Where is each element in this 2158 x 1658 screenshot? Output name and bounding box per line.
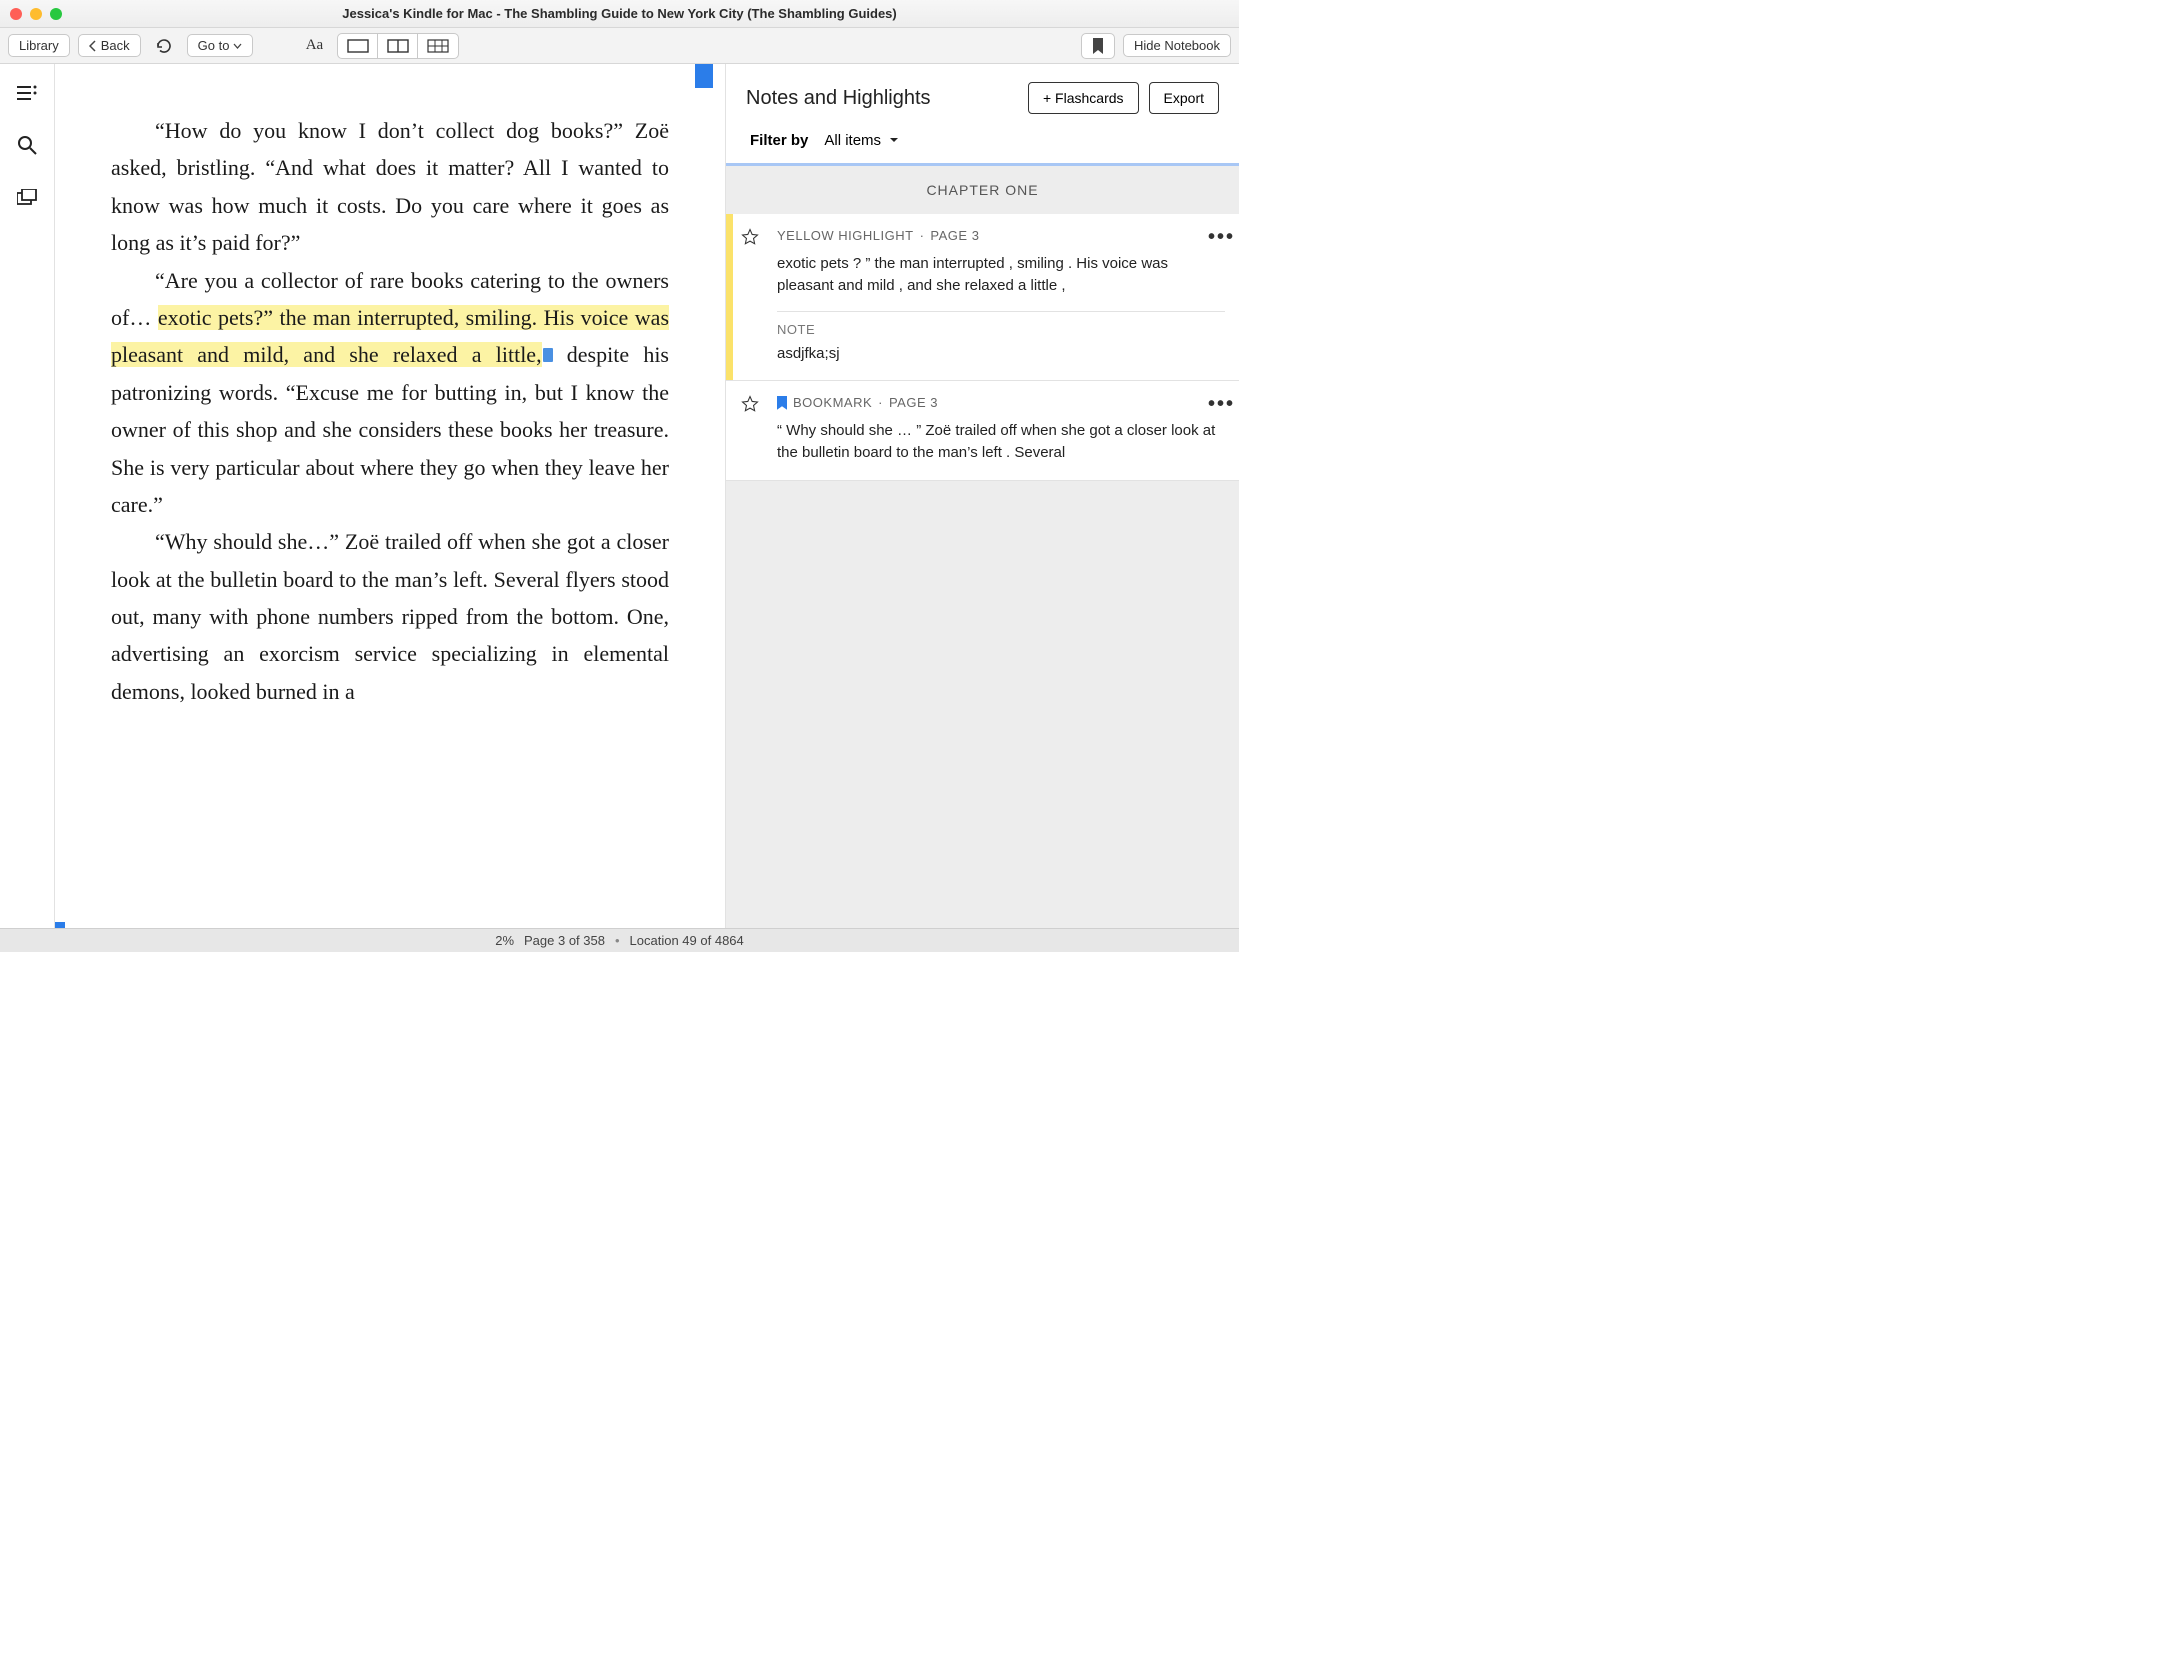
bookmark-small-icon <box>777 396 787 410</box>
single-page-view-button[interactable] <box>338 34 378 58</box>
paragraph: “Why should she…” Zoë trailed off when s… <box>111 523 669 710</box>
main-content: “How do you know I don’t collect dog boo… <box>0 64 1239 928</box>
list-icon <box>17 85 37 101</box>
two-column-view-button[interactable] <box>378 34 418 58</box>
page-label: PAGE 3 <box>930 228 979 243</box>
chevron-down-icon <box>233 43 242 49</box>
notebook-body[interactable]: CHAPTER ONE ••• YELLOW HIGHLIGHT · PAGE … <box>726 166 1239 928</box>
goto-label: Go to <box>198 38 230 53</box>
flashcards-button[interactable]: + Flashcards <box>1028 82 1139 114</box>
cards-icon <box>17 189 37 205</box>
caret-down-icon <box>889 137 899 144</box>
highlight-type-label: YELLOW HIGHLIGHT <box>777 228 914 243</box>
star-button[interactable] <box>733 381 767 480</box>
view-mode-group <box>337 33 459 59</box>
status-separator: • <box>615 933 620 948</box>
left-rail <box>0 64 55 928</box>
reader-pane[interactable]: “How do you know I don’t collect dog boo… <box>55 64 725 928</box>
two-column-icon <box>387 39 409 53</box>
notebook-title: Notes and Highlights <box>746 87 1018 110</box>
titlebar: Jessica's Kindle for Mac - The Shambling… <box>0 0 1239 28</box>
chapter-header: CHAPTER ONE <box>726 166 1239 214</box>
minimize-window-button[interactable] <box>30 8 42 20</box>
aa-label: Aa <box>306 37 324 54</box>
notebook-filter: Filter by All items <box>726 124 1239 163</box>
hide-notebook-button[interactable]: Hide Notebook <box>1123 34 1231 57</box>
note-text: asdjfka;sj <box>777 343 1225 365</box>
bookmark-button[interactable] <box>1081 33 1115 59</box>
library-button[interactable]: Library <box>8 34 70 57</box>
window-controls <box>10 8 62 20</box>
more-options-button[interactable]: ••• <box>1208 393 1235 416</box>
star-outline-icon <box>741 228 759 246</box>
bookmark-card[interactable]: ••• BOOKMARK · PAGE 3 “ Why should she …… <box>726 381 1239 481</box>
notebook-pane: Notes and Highlights + Flashcards Export… <box>725 64 1239 928</box>
highlight-card[interactable]: ••• YELLOW HIGHLIGHT · PAGE 3 exotic pet… <box>726 214 1239 381</box>
filter-label: Filter by <box>750 132 808 149</box>
bookmark-type-label: BOOKMARK <box>793 395 872 410</box>
more-options-button[interactable]: ••• <box>1208 226 1235 249</box>
status-bar: 2% Page 3 of 358 • Location 49 of 4864 <box>0 928 1239 952</box>
highlight-stripe <box>726 214 733 380</box>
filter-value: All items <box>824 132 881 149</box>
note-meta: BOOKMARK · PAGE 3 <box>777 395 1225 410</box>
export-button[interactable]: Export <box>1149 82 1219 114</box>
window-title: Jessica's Kindle for Mac - The Shambling… <box>0 6 1239 21</box>
status-percent: 2% <box>495 933 514 948</box>
font-settings-button[interactable]: Aa <box>299 34 329 58</box>
note-label: NOTE <box>777 322 1225 337</box>
multi-column-view-button[interactable] <box>418 34 458 58</box>
bookmark-text: “ Why should she … ” Zoë trailed off whe… <box>777 420 1225 464</box>
zoom-window-button[interactable] <box>50 8 62 20</box>
progress-marker <box>55 922 65 928</box>
search-icon <box>17 135 37 155</box>
note-indicator-icon[interactable] <box>543 348 553 362</box>
filter-select[interactable]: All items <box>824 132 899 149</box>
text-run: despite his patronizing words. “Excuse m… <box>111 342 669 517</box>
single-page-icon <box>347 39 369 53</box>
sync-button[interactable] <box>149 34 179 58</box>
refresh-icon <box>155 37 173 55</box>
paragraph: “How do you know I don’t collect dog boo… <box>111 112 669 262</box>
status-page: Page 3 of 358 <box>524 933 605 948</box>
reader-content: “How do you know I don’t collect dog boo… <box>55 64 725 750</box>
bookmark-stripe <box>726 381 733 480</box>
goto-button[interactable]: Go to <box>187 34 254 57</box>
paragraph: “Are you a collector of rare books cater… <box>111 262 669 524</box>
back-button[interactable]: Back <box>78 34 141 57</box>
notebook-header: Notes and Highlights + Flashcards Export <box>726 64 1239 124</box>
note-meta: YELLOW HIGHLIGHT · PAGE 3 <box>777 228 1225 243</box>
flashcards-rail-button[interactable] <box>16 186 38 208</box>
search-button[interactable] <box>16 134 38 156</box>
back-label: Back <box>101 38 130 53</box>
close-window-button[interactable] <box>10 8 22 20</box>
toolbar: Library Back Go to Aa Hide Notebook <box>0 28 1239 64</box>
star-outline-icon <box>741 395 759 413</box>
bookmark-ribbon[interactable] <box>695 64 713 88</box>
grid-icon <box>427 39 449 53</box>
bookmark-icon <box>1092 38 1104 54</box>
status-location: Location 49 of 4864 <box>630 933 744 948</box>
toc-button[interactable] <box>16 82 38 104</box>
page-label: PAGE 3 <box>889 395 938 410</box>
chevron-left-icon <box>89 40 97 52</box>
highlight-text: exotic pets ? ” the man interrupted , sm… <box>777 253 1225 297</box>
star-button[interactable] <box>733 214 767 380</box>
